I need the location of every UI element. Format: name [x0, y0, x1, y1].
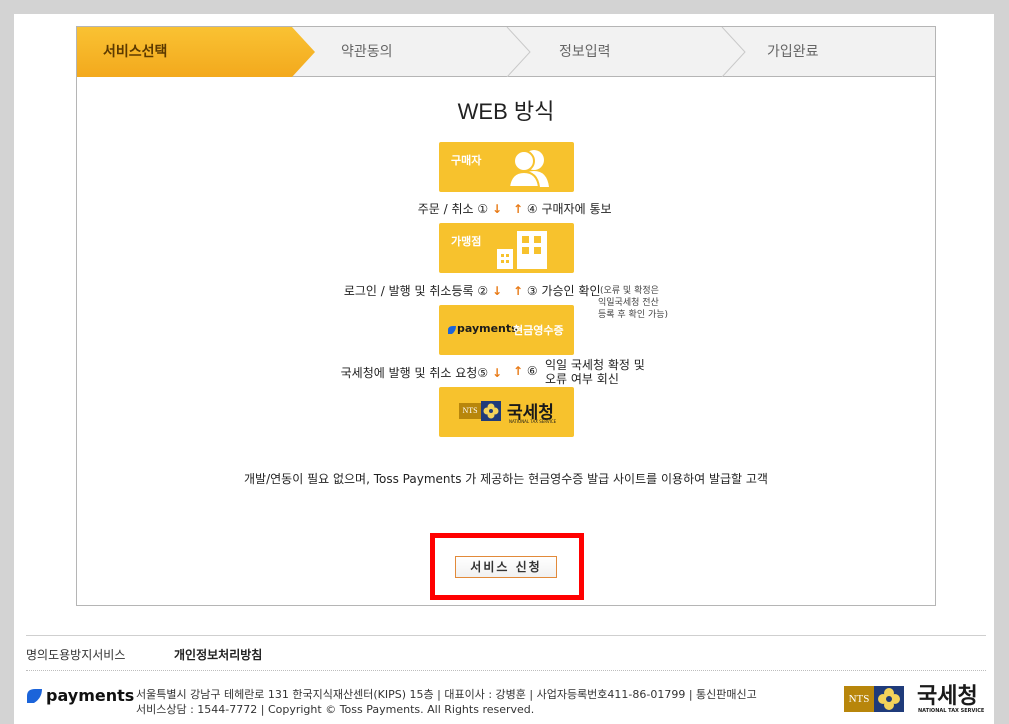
- flow-notify-buyer: ④ 구매자에 통보: [526, 202, 612, 216]
- footer-nts-sub: NATIONAL TAX SERVICE: [918, 708, 985, 714]
- footer-contact: 서비스상담 : 1544-7772 | Copyright © Toss Pay…: [136, 703, 535, 716]
- arrow-down-icon: ↓: [491, 284, 502, 298]
- flow-login-issue: 로그인 / 발행 및 취소등록 ②: [343, 284, 489, 298]
- step-service-select: 서비스선택: [103, 44, 168, 60]
- buyer-label: 구매자: [451, 154, 482, 167]
- arrow-up-icon: ↑: [513, 202, 524, 216]
- method-description: 개발/연동이 필요 없으며, Toss Payments 가 제공하는 현금영수…: [244, 472, 768, 486]
- step-terms-agree: 약관동의: [341, 44, 393, 60]
- footer-nts-badge: NTS: [844, 686, 874, 712]
- footer-dotted-divider: [26, 670, 986, 671]
- flow-nts-reply-line2: 오류 여부 회신: [545, 372, 619, 386]
- arrow-up-icon: ↑: [513, 364, 524, 378]
- signup-frame: 서비스선택 약관동의 정보입력 가입완료 WEB 방식 구매자 주문 / 취소 …: [76, 26, 936, 606]
- buyer-box: 구매자: [439, 142, 574, 192]
- footer-divider: [26, 635, 986, 636]
- flow-order-cancel: 주문 / 취소 ①: [417, 202, 489, 216]
- payments-sub: 현금영수증: [513, 324, 564, 337]
- page: 서비스선택 약관동의 정보입력 가입완료 WEB 방식 구매자 주문 / 취소 …: [14, 14, 994, 724]
- flow-row-3: 국세청에 발행 및 취소 요청⑤ ↓ ↑ ⑥: [77, 362, 935, 382]
- note-line-1: (오류 및 확정은: [600, 286, 659, 296]
- flow-nts-request: 국세청에 발행 및 취소 요청⑤: [340, 366, 489, 380]
- nts-badge: NTS: [459, 403, 481, 419]
- arrow-down-icon: ↓: [491, 366, 502, 380]
- flow-nts-reply-num: ⑥: [526, 364, 538, 378]
- building-icon: [497, 231, 547, 269]
- step-signup-complete: 가입완료: [767, 44, 819, 60]
- footer-link-privacy[interactable]: 개인정보처리방침: [174, 646, 262, 663]
- page-title: WEB 방식: [457, 99, 555, 124]
- footer-nts-name: 국세청: [917, 684, 978, 709]
- flow-nts-reply-line1: 익일 국세청 확정 및: [545, 358, 645, 372]
- nts-box: NTS 국세청 NATIONAL TAX SERVICE: [439, 387, 574, 437]
- merchant-box: 가맹점: [439, 223, 574, 273]
- note-line-2: 익일국세청 전산: [598, 298, 659, 308]
- nts-flower-icon: [481, 401, 501, 421]
- footer-link-identity-theft[interactable]: 명의도용방지서비스: [26, 646, 125, 663]
- step-indicator: 서비스선택 약관동의 정보입력 가입완료: [77, 27, 935, 77]
- footer-address: 서울특별시 강남구 테헤란로 131 한국지식재산센터(KIPS) 15층 | …: [136, 688, 757, 701]
- footer-brand: payments: [46, 686, 135, 705]
- note-line-3: 등록 후 확인 가능): [598, 310, 669, 320]
- nts-sub: NATIONAL TAX SERVICE: [509, 419, 557, 424]
- payments-box: payments 현금영수증: [439, 305, 574, 355]
- arrow-down-icon: ↓: [491, 202, 502, 216]
- flow-row-1: 주문 / 취소 ① ↓ ↑ ④ 구매자에 통보: [77, 198, 935, 218]
- payments-logo-icon: [27, 689, 42, 703]
- flow-pre-approval: ③ 가승인 확인: [526, 284, 601, 298]
- footer-nts-flower-icon: [874, 686, 904, 712]
- people-icon: [509, 150, 549, 187]
- service-apply-button[interactable]: 서비스 신청: [455, 556, 557, 578]
- payments-brand: payments: [457, 322, 518, 335]
- flow-row-2: 로그인 / 발행 및 취소등록 ② ↓ ↑ ③ 가승인 확인: [77, 280, 935, 300]
- step-info-input: 정보입력: [559, 44, 611, 60]
- arrow-up-icon: ↑: [513, 284, 524, 298]
- payments-logo-icon: [448, 326, 456, 334]
- merchant-label: 가맹점: [451, 235, 482, 248]
